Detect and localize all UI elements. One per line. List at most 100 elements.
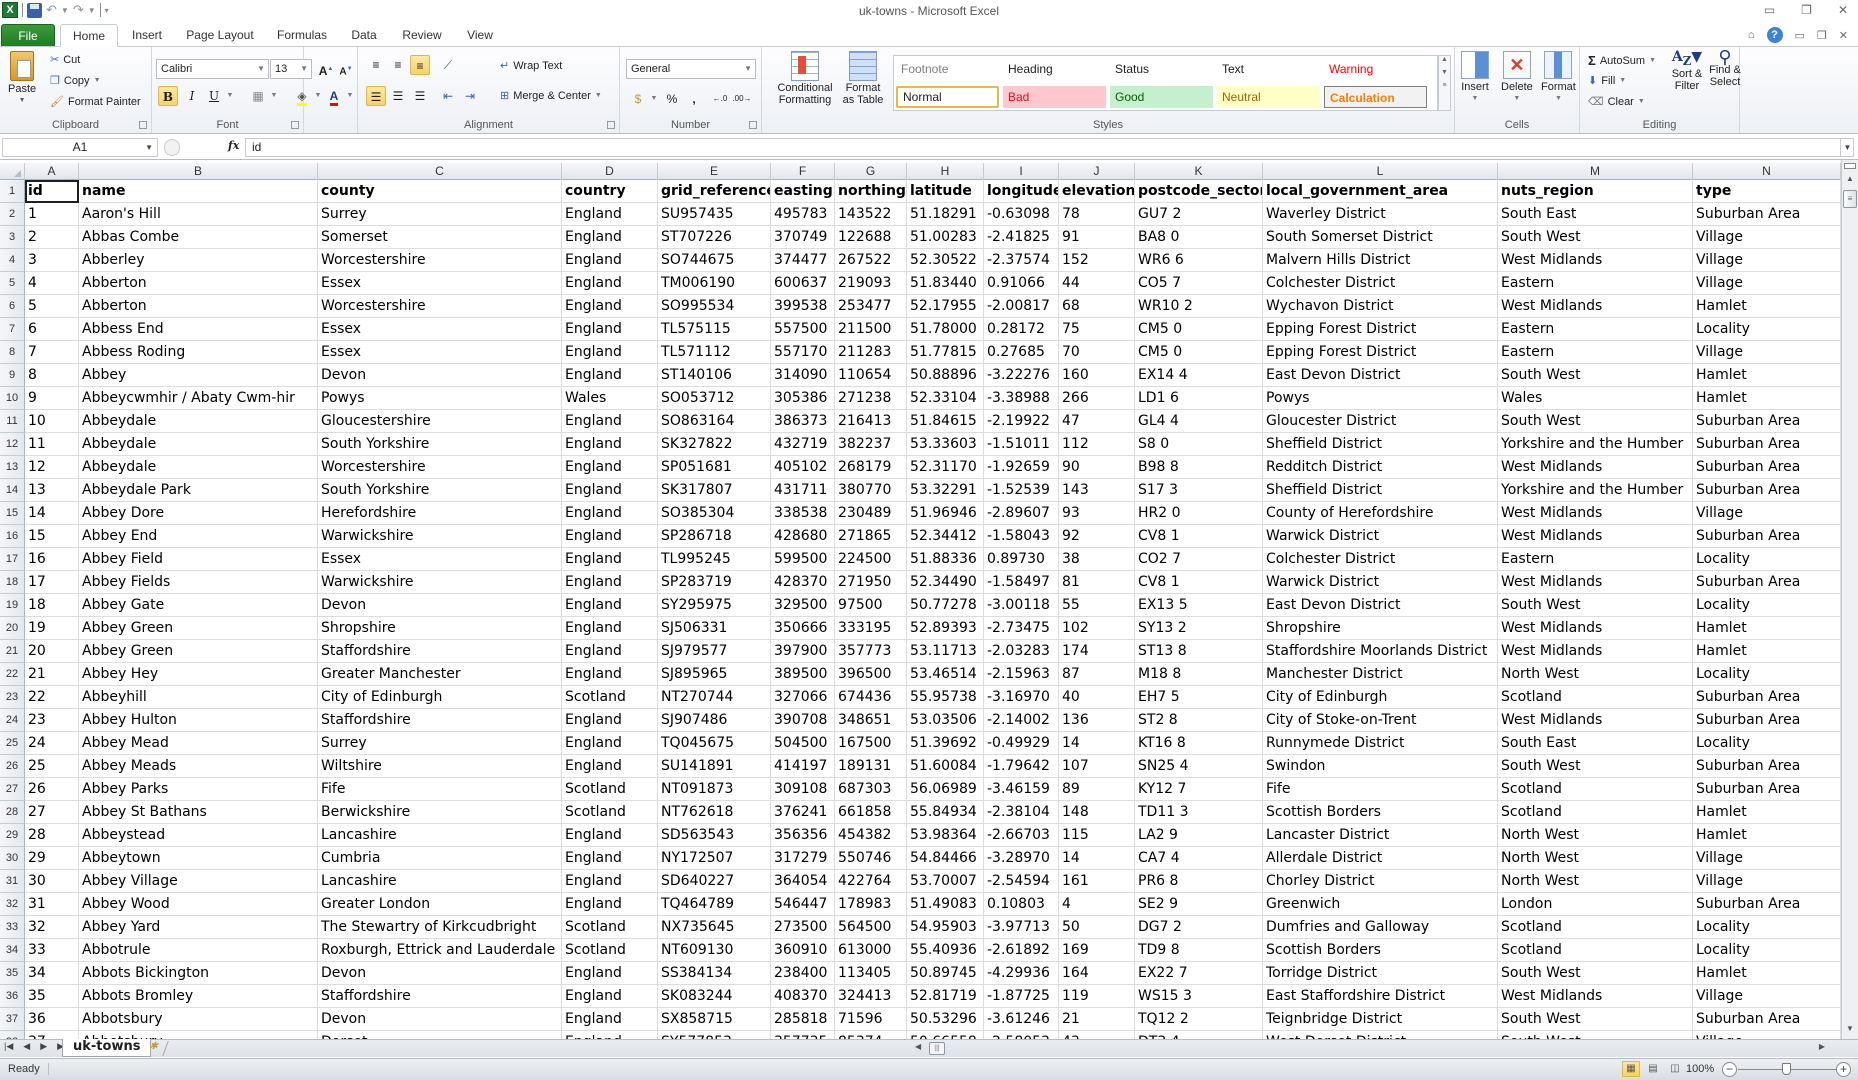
cell-latitude[interactable]: 52.31170	[907, 456, 984, 479]
style-warning[interactable]: Warning	[1324, 58, 1427, 80]
cell-name[interactable]: Abbey Hulton	[79, 709, 318, 732]
cell-name[interactable]: Abbey End	[79, 525, 318, 548]
row-header[interactable]: 30	[0, 847, 25, 870]
cell-county[interactable]: Lancashire	[318, 824, 562, 847]
cell-grid-reference[interactable]: SK317807	[658, 479, 771, 502]
cell-local-government-area[interactable]: Malvern Hills District	[1263, 249, 1498, 272]
cell-nuts-region[interactable]: Scotland	[1498, 778, 1693, 801]
cell-latitude[interactable]: 51.83440	[907, 272, 984, 295]
format-cells-button[interactable]: Format ▼	[1541, 51, 1576, 102]
cell-type[interactable]: Suburban Area	[1693, 479, 1841, 502]
cell-id[interactable]: 32	[25, 916, 79, 939]
horizontal-scrollbar[interactable]: ◀ ||| ▶	[915, 1042, 1825, 1056]
italic-button[interactable]: I	[182, 86, 202, 106]
cell-county[interactable]: Herefordshire	[318, 502, 562, 525]
cell-name[interactable]: Abbey Field	[79, 548, 318, 571]
cell-postcode-sector[interactable]: DT3 4	[1135, 1031, 1263, 1039]
cell-nuts-region[interactable]: Scotland	[1498, 801, 1693, 824]
cell-type[interactable]: Hamlet	[1693, 801, 1841, 824]
cell-elevation[interactable]: 148	[1059, 801, 1135, 824]
cell-latitude[interactable]: 55.40936	[907, 939, 984, 962]
cell-grid-reference[interactable]: SO053712	[658, 387, 771, 410]
cell-longitude[interactable]: 0.10803	[984, 893, 1059, 916]
cell-postcode-sector[interactable]: B98 8	[1135, 456, 1263, 479]
cell-name[interactable]: Abbey Hey	[79, 663, 318, 686]
row-header[interactable]: 25	[0, 732, 25, 755]
cell-nuts-region[interactable]: South West	[1498, 226, 1693, 249]
cell-id[interactable]: 33	[25, 939, 79, 962]
row-header[interactable]: 9	[0, 364, 25, 387]
cell-grid-reference[interactable]: SU141891	[658, 755, 771, 778]
cell-postcode-sector[interactable]: WR6 6	[1135, 249, 1263, 272]
cell-grid-reference[interactable]: SO744675	[658, 249, 771, 272]
cell-easting[interactable]: 370749	[771, 226, 835, 249]
header-cell-country[interactable]: country	[562, 180, 658, 203]
borders-dropdown-icon[interactable]: ▼	[264, 86, 284, 106]
cell-grid-reference[interactable]: SU957435	[658, 203, 771, 226]
cell-type[interactable]: Village	[1693, 249, 1841, 272]
cell-grid-reference[interactable]: SS384134	[658, 962, 771, 985]
cell-local-government-area[interactable]: Staffordshire Moorlands District	[1263, 640, 1498, 663]
header-cell-easting[interactable]: easting	[771, 180, 835, 203]
cell-country[interactable]: England	[562, 203, 658, 226]
cell-easting[interactable]: 389500	[771, 663, 835, 686]
cell-country[interactable]: England	[562, 226, 658, 249]
row-header[interactable]: 3	[0, 226, 25, 249]
cell-county[interactable]: Lancashire	[318, 870, 562, 893]
cell-id[interactable]: 31	[25, 893, 79, 916]
cell-country[interactable]: England	[562, 870, 658, 893]
shrink-font-icon[interactable]: A▼	[336, 59, 356, 79]
cell-county[interactable]: Essex	[318, 272, 562, 295]
cell-type[interactable]: Village	[1693, 985, 1841, 1008]
style-calculation[interactable]: Calculation	[1324, 86, 1427, 108]
cell-id[interactable]: 9	[25, 387, 79, 410]
increase-indent-icon[interactable]: ⇥	[460, 86, 480, 106]
cell-county[interactable]: Roxburgh, Ettrick and Lauderdale	[318, 939, 562, 962]
font-name-combo[interactable]: Calibri ▼	[156, 59, 269, 79]
cell-nuts-region[interactable]: West Midlands	[1498, 295, 1693, 318]
cell-latitude[interactable]: 55.95738	[907, 686, 984, 709]
cell-longitude[interactable]: -1.79642	[984, 755, 1059, 778]
cell-northing[interactable]: 348651	[835, 709, 907, 732]
cell-latitude[interactable]: 55.84934	[907, 801, 984, 824]
cell-county[interactable]: Devon	[318, 1008, 562, 1031]
cell-local-government-area[interactable]: Warwick District	[1263, 525, 1498, 548]
align-center-icon[interactable]: ☰	[388, 86, 408, 106]
cell-northing[interactable]: 219093	[835, 272, 907, 295]
cell-grid-reference[interactable]: NX735645	[658, 916, 771, 939]
cell-elevation[interactable]: 92	[1059, 525, 1135, 548]
cell-country[interactable]: Wales	[562, 387, 658, 410]
cell-nuts-region[interactable]: West Midlands	[1498, 525, 1693, 548]
cell-name[interactable]: Abbey Yard	[79, 916, 318, 939]
cell-latitude[interactable]: 56.06989	[907, 778, 984, 801]
cell-longitude[interactable]: -2.58053	[984, 1031, 1059, 1039]
header-cell-latitude[interactable]: latitude	[907, 180, 984, 203]
cell-name[interactable]: Abbeydale	[79, 410, 318, 433]
cell-northing[interactable]: 333195	[835, 617, 907, 640]
cell-grid-reference[interactable]: NT270744	[658, 686, 771, 709]
cell-name[interactable]: Abbeydale	[79, 456, 318, 479]
cell-nuts-region[interactable]: Scotland	[1498, 686, 1693, 709]
cell-type[interactable]: Suburban Area	[1693, 755, 1841, 778]
cell-id[interactable]: 34	[25, 962, 79, 985]
cell-latitude[interactable]: 50.66558	[907, 1031, 984, 1039]
cell-country[interactable]: England	[562, 341, 658, 364]
cell-id[interactable]: 5	[25, 295, 79, 318]
cell-nuts-region[interactable]: North West	[1498, 663, 1693, 686]
cell-type[interactable]: Suburban Area	[1693, 203, 1841, 226]
cell-local-government-area[interactable]: Scottish Borders	[1263, 801, 1498, 824]
cell-nuts-region[interactable]: London	[1498, 893, 1693, 916]
cell-county[interactable]: Cumbria	[318, 847, 562, 870]
decrease-indent-icon[interactable]: ⇤	[438, 86, 458, 106]
cell-latitude[interactable]: 53.03506	[907, 709, 984, 732]
header-cell-county[interactable]: county	[318, 180, 562, 203]
cell-id[interactable]: 35	[25, 985, 79, 1008]
header-cell-elevation[interactable]: elevation	[1059, 180, 1135, 203]
cell-id[interactable]: 23	[25, 709, 79, 732]
cell-id[interactable]: 3	[25, 249, 79, 272]
close-icon[interactable]: ✕	[1838, 3, 1848, 17]
cell-local-government-area[interactable]: Scottish Borders	[1263, 939, 1498, 962]
cell-longitude[interactable]: -1.51011	[984, 433, 1059, 456]
row-header[interactable]: 7	[0, 318, 25, 341]
cell-postcode-sector[interactable]: DG7 2	[1135, 916, 1263, 939]
